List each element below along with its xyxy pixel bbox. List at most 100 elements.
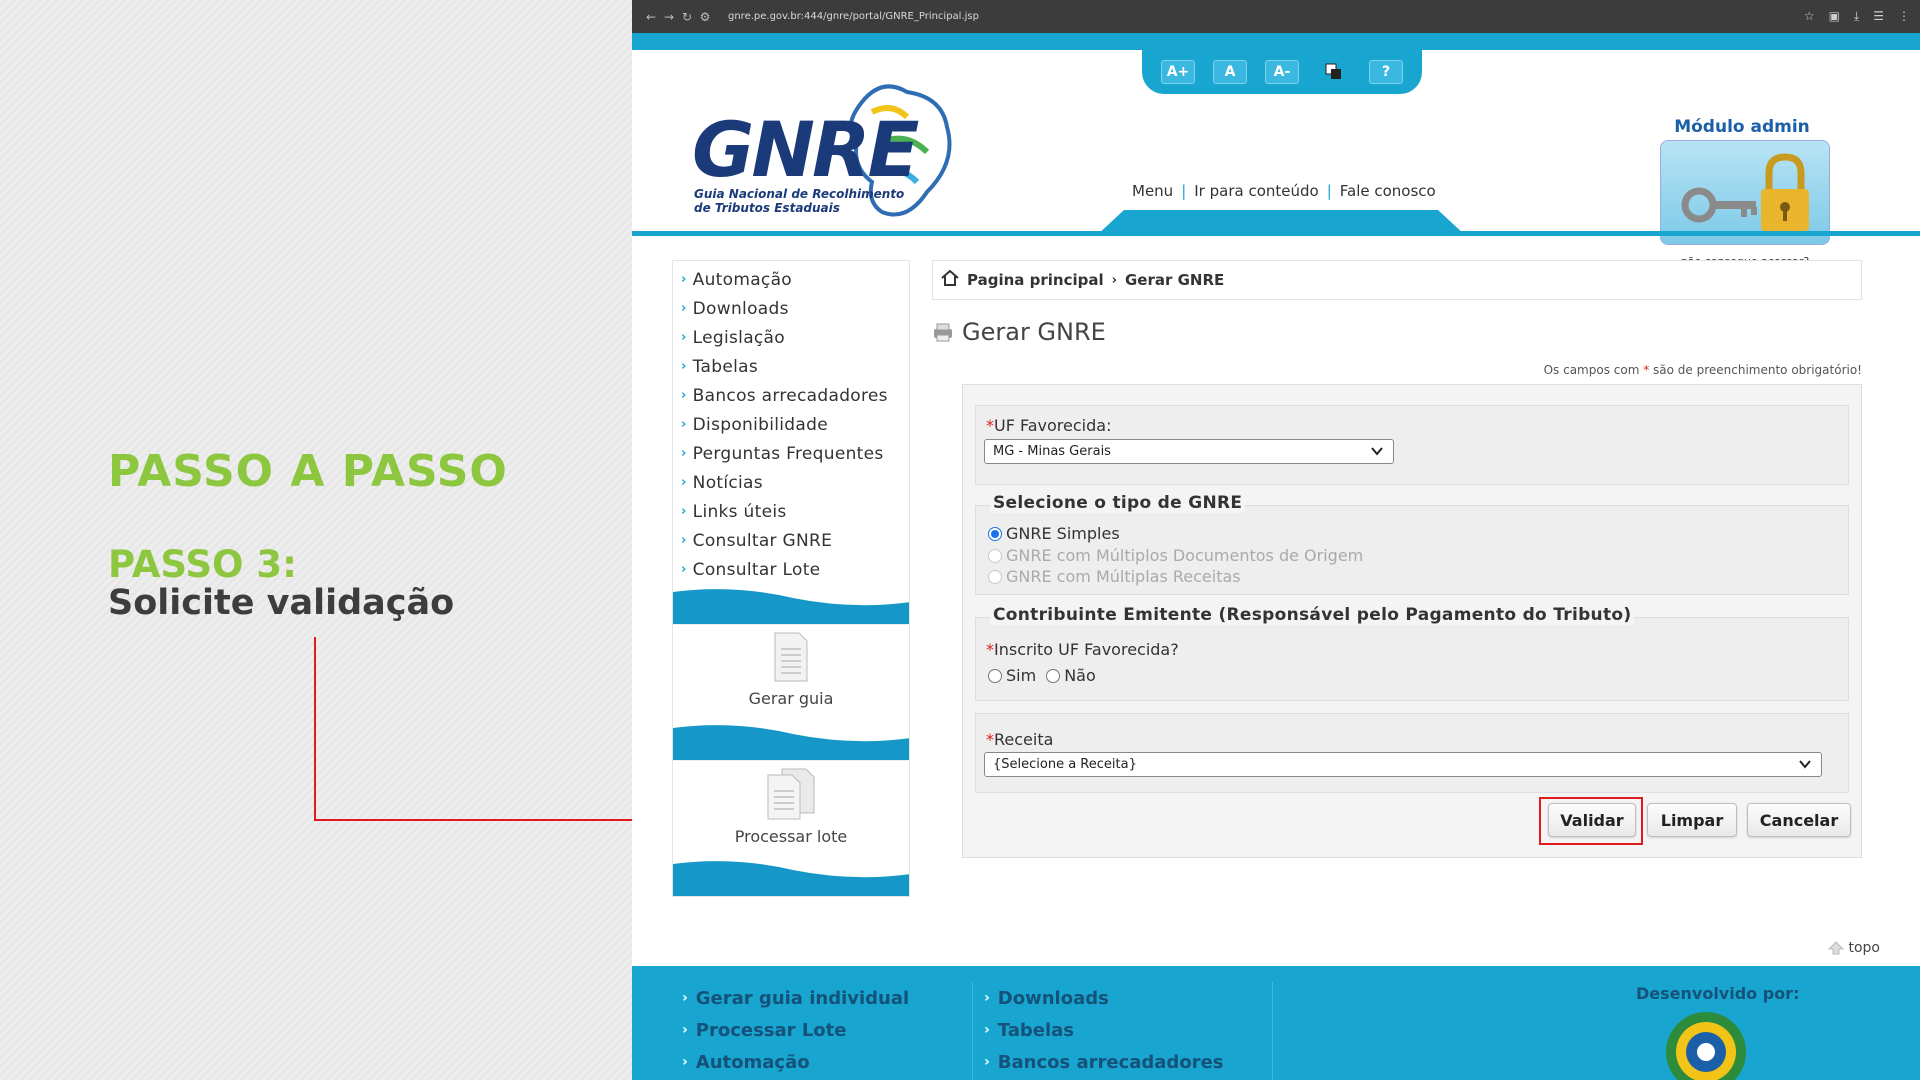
- menu-link[interactable]: Menu: [1132, 182, 1173, 200]
- uf-panel: *UF Favorecida: MG - Minas Gerais: [975, 405, 1849, 485]
- radio-button: [988, 548, 1002, 563]
- forward-icon[interactable]: →: [660, 10, 678, 24]
- chevron-right-icon: ›: [984, 1022, 990, 1038]
- contribuinte-legend: Contribuinte Emitente (Responsável pelo …: [990, 605, 1635, 625]
- sidebar-item-legislacao[interactable]: › Legislação: [673, 323, 909, 352]
- tipo-gnre-group: Selecione o tipo de GNRE GNRE Simples GN…: [975, 493, 1849, 595]
- sidebar-item-downloads[interactable]: › Downloads: [673, 294, 909, 323]
- footer-link-automacao[interactable]: › Automação: [682, 1046, 909, 1078]
- accessibility-bar: A+ A A- ?: [1142, 50, 1422, 94]
- download-icon[interactable]: ⤓: [1854, 9, 1859, 24]
- help-button[interactable]: ?: [1369, 60, 1403, 84]
- reload-icon[interactable]: ↻: [678, 10, 696, 24]
- gerar-guia-shortcut[interactable]: Gerar guia: [673, 624, 909, 720]
- footer-link-downloads[interactable]: › Downloads: [984, 982, 1223, 1014]
- chevron-down-icon: [1371, 447, 1383, 456]
- breadcrumb-current: Gerar GNRE: [1124, 271, 1225, 289]
- receita-panel: *Receita {Selecione a Receita}: [975, 713, 1849, 793]
- chevron-right-icon: ›: [682, 1022, 688, 1038]
- page-title: Gerar GNRE: [932, 318, 1106, 346]
- sidebar-item-consultar-lote[interactable]: › Consultar Lote: [673, 555, 909, 584]
- sidebar-item-automacao[interactable]: › Automação: [673, 265, 909, 294]
- document-icon: [774, 632, 808, 682]
- address-bar[interactable]: gnre.pe.gov.br:444/gnre/portal/GNRE_Prin…: [728, 11, 979, 22]
- receita-label: *Receita: [986, 730, 1054, 749]
- sidebar-item-perguntas[interactable]: › Perguntas Frequentes: [673, 439, 909, 468]
- back-to-top-link[interactable]: topo: [1828, 940, 1880, 956]
- radio-gnre-multiplos-documentos: GNRE com Múltiplos Documentos de Origem: [988, 546, 1363, 565]
- chevron-right-icon: ›: [681, 417, 687, 432]
- back-icon[interactable]: ←: [642, 10, 660, 24]
- chevron-right-icon: ›: [681, 533, 687, 548]
- processar-lote-shortcut[interactable]: Processar lote: [673, 760, 909, 856]
- validar-button[interactable]: Validar: [1548, 803, 1636, 837]
- documents-stack-icon: [767, 768, 815, 820]
- breadcrumb-home[interactable]: Pagina principal: [967, 271, 1104, 289]
- contribuinte-group: Contribuinte Emitente (Responsável pelo …: [975, 605, 1849, 701]
- chevron-right-icon: ›: [984, 990, 990, 1006]
- chevron-right-icon: ›: [682, 1054, 688, 1070]
- sidebar: › Automação › Downloads › Legislação › Tabel…: [672, 260, 910, 897]
- bookmark-star-icon[interactable]: ☆: [1804, 9, 1815, 24]
- footer-col-2: › Downloads › Tabelas › Bancos arrecadadore…: [984, 982, 1223, 1078]
- radio-sim[interactable]: [988, 668, 1002, 683]
- sidebar-item-disponibilidade[interactable]: › Disponibilidade: [673, 410, 909, 439]
- radio-gnre-multiplas-receitas: GNRE com Múltiplas Receitas: [988, 567, 1241, 586]
- chevron-right-icon: ›: [681, 562, 687, 577]
- tutorial-step: PASSO 3:: [108, 543, 297, 586]
- footer-col-1: › Gerar guia individual › Processar Lote ›…: [682, 982, 909, 1078]
- footer-link-tabelas[interactable]: › Tabelas: [984, 1014, 1223, 1046]
- breadcrumb: Pagina principal › Gerar GNRE: [932, 260, 1862, 300]
- top-stripe: [632, 33, 1920, 50]
- footer-link-bancos[interactable]: › Bancos arrecadadores: [984, 1046, 1223, 1078]
- radio-nao[interactable]: [1046, 668, 1061, 683]
- state-seal-logo: [1666, 1012, 1746, 1080]
- radio-button[interactable]: [988, 526, 1002, 541]
- sidebar-item-tabelas[interactable]: › Tabelas: [673, 352, 909, 381]
- footer-link-processar-lote[interactable]: › Processar Lote: [682, 1014, 909, 1046]
- browser-toolbar: ← → ↻ ⚙ gnre.pe.gov.br:444/gnre/portal/G…: [632, 0, 1920, 33]
- wave-divider: [673, 720, 909, 760]
- site-footer: › Gerar guia individual › Processar Lote ›…: [632, 966, 1920, 1080]
- top-links: Menu | Ir para conteúdo | Fale conosco: [1132, 182, 1436, 200]
- callout-line-vertical: [314, 637, 316, 821]
- receita-select[interactable]: {Selecione a Receita}: [984, 752, 1822, 777]
- sidebar-item-bancos[interactable]: › Bancos arrecadadores: [673, 381, 909, 410]
- extensions-icon[interactable]: ▣: [1829, 9, 1840, 24]
- chevron-right-icon: ›: [681, 504, 687, 519]
- arrow-up-icon: [1828, 941, 1845, 955]
- site-info-icon[interactable]: ⚙: [696, 10, 714, 24]
- chevron-right-icon: ›: [681, 330, 687, 345]
- font-increase-button[interactable]: A+: [1161, 60, 1195, 84]
- home-icon[interactable]: [941, 269, 959, 290]
- menu-dots-icon[interactable]: ⋮: [1898, 9, 1910, 24]
- developed-by-label: Desenvolvido por:: [1636, 984, 1800, 1003]
- contrast-icon[interactable]: [1317, 60, 1351, 84]
- font-decrease-button[interactable]: A-: [1265, 60, 1299, 84]
- sidebar-item-noticias[interactable]: › Notícias: [673, 468, 909, 497]
- logo-subtitle: Guia Nacional de Recolhimento de Tributo…: [694, 187, 905, 215]
- sidebar-item-links[interactable]: › Links úteis: [673, 497, 909, 526]
- cancelar-button[interactable]: Cancelar: [1747, 803, 1851, 837]
- profile-icon[interactable]: ☰: [1873, 9, 1884, 24]
- chevron-right-icon: ›: [681, 388, 687, 403]
- tipo-gnre-legend: Selecione o tipo de GNRE: [990, 493, 1246, 513]
- radio-button: [988, 569, 1002, 584]
- limpar-button[interactable]: Limpar: [1647, 803, 1737, 837]
- sidebar-item-consultar-gnre[interactable]: › Consultar GNRE: [673, 526, 909, 555]
- radio-gnre-simples[interactable]: GNRE Simples: [988, 524, 1120, 543]
- tutorial-title: PASSO A PASSO: [108, 446, 508, 497]
- uf-select[interactable]: MG - Minas Gerais: [984, 439, 1394, 464]
- font-reset-button[interactable]: A: [1213, 60, 1247, 84]
- content-link[interactable]: Ir para conteúdo: [1194, 182, 1318, 200]
- admin-login-button[interactable]: [1660, 140, 1830, 245]
- chevron-right-icon: ›: [681, 359, 687, 374]
- footer-link-gerar-guia[interactable]: › Gerar guia individual: [682, 982, 909, 1014]
- contact-link[interactable]: Fale conosco: [1340, 182, 1436, 200]
- chevron-right-icon: ›: [681, 301, 687, 316]
- chevron-right-icon: ›: [984, 1054, 990, 1070]
- tutorial-description: Solicite validação: [108, 583, 455, 623]
- logo-wordmark: GNRE: [692, 105, 919, 194]
- chevron-right-icon: ›: [681, 272, 687, 287]
- chevron-right-icon: ›: [681, 446, 687, 461]
